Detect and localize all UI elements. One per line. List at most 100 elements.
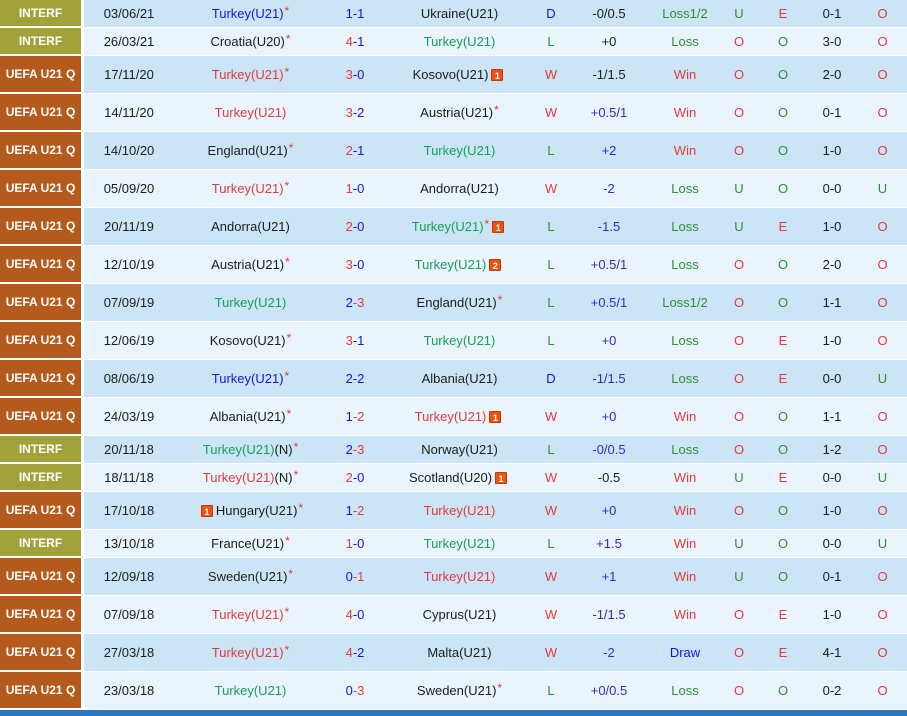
away-team[interactable]: Turkey(U21) 1 — [383, 398, 536, 436]
match-date: 08/06/19 — [84, 360, 174, 398]
match-date: 17/11/20 — [84, 56, 174, 94]
over-under-result: O — [718, 322, 760, 360]
home-advantage-star: * — [497, 292, 503, 307]
handicap-value: +0.5/1 — [566, 284, 652, 322]
result-letter: W — [536, 398, 566, 436]
home-team[interactable]: Andorra(U21) — [174, 208, 327, 246]
home-team[interactable]: Turkey(U21) * — [174, 596, 327, 634]
match-history-page: INTERF 03/06/21 Turkey(U21) * 1 -1 Ukraine(U21… — [0, 0, 907, 716]
away-goals: -1 — [352, 143, 365, 158]
away-team-name: Turkey(U21) — [414, 409, 487, 424]
home-team[interactable]: Turkey(U21) * — [174, 360, 327, 398]
away-team[interactable]: Turkey(U21) * 1 — [383, 208, 536, 246]
fulltime-score[interactable]: 1 -0 — [327, 170, 383, 208]
away-team[interactable]: Norway(U21) — [383, 436, 536, 464]
match-date: 13/10/18 — [84, 530, 174, 558]
home-team-name: Turkey(U21) — [202, 442, 275, 457]
fulltime-score[interactable]: 0 -3 — [327, 672, 383, 710]
away-goals: -3 — [352, 442, 365, 457]
away-goals: -0 — [352, 67, 365, 82]
match-row: UEFA U21 Q 07/09/18 Turkey(U21) * 4 -0 Cyprus(… — [0, 596, 907, 634]
handicap-result: Win — [652, 464, 718, 492]
home-team[interactable]: Turkey(U21) (N) * — [174, 436, 327, 464]
home-advantage-star: * — [284, 368, 290, 383]
home-team[interactable]: 1 Hungary(U21) * — [174, 492, 327, 530]
handicap-value: -1/1.5 — [566, 360, 652, 398]
home-team[interactable]: Turkey(U21) * — [174, 170, 327, 208]
match-row: UEFA U21 Q 12/06/19 Kosovo(U21) * 3 -1 Turkey(… — [0, 322, 907, 360]
match-date: 20/11/19 — [84, 208, 174, 246]
fulltime-score[interactable]: 2 -3 — [327, 284, 383, 322]
away-goals: -0 — [352, 536, 365, 551]
away-team[interactable]: Turkey(U21) — [383, 132, 536, 170]
home-team[interactable]: Croatia(U20) * — [174, 28, 327, 56]
away-team[interactable]: Albania(U21) — [383, 360, 536, 398]
home-team[interactable]: Turkey(U21) (N) * — [174, 464, 327, 492]
away-team[interactable]: Turkey(U21) — [383, 322, 536, 360]
home-team-name: Turkey(U21) — [214, 105, 287, 120]
home-team[interactable]: Kosovo(U21) * — [174, 322, 327, 360]
home-team-name: France(U21) — [211, 536, 285, 551]
home-team[interactable]: Turkey(U21) * — [174, 634, 327, 672]
fulltime-score[interactable]: 4 -2 — [327, 634, 383, 672]
away-team[interactable]: Austria(U21) * — [383, 94, 536, 132]
away-team[interactable]: Cyprus(U21) — [383, 596, 536, 634]
handicap-result: Loss1/2 — [652, 284, 718, 322]
fulltime-score[interactable]: 3 -1 — [327, 322, 383, 360]
home-team[interactable]: Turkey(U21) — [174, 284, 327, 322]
home-team-neutral-tag: (N) — [274, 470, 293, 485]
fulltime-score[interactable]: 2 -0 — [327, 208, 383, 246]
away-team[interactable]: Scotland(U20) 1 — [383, 464, 536, 492]
fulltime-score[interactable]: 2 -2 — [327, 360, 383, 398]
home-goals: 2 — [345, 470, 353, 485]
away-team-name: Cyprus(U21) — [422, 607, 497, 622]
home-team[interactable]: Turkey(U21) — [174, 672, 327, 710]
handicap-result: Win — [652, 398, 718, 436]
home-goals: 4 — [345, 34, 353, 49]
fulltime-score[interactable]: 1 -2 — [327, 398, 383, 436]
away-team[interactable]: Sweden(U21) * — [383, 672, 536, 710]
fulltime-score[interactable]: 4 -1 — [327, 28, 383, 56]
fulltime-score[interactable]: 2 -0 — [327, 464, 383, 492]
away-team[interactable]: Turkey(U21) 2 — [383, 246, 536, 284]
home-team[interactable]: Turkey(U21) — [174, 94, 327, 132]
away-team-name: Sweden(U21) — [416, 683, 497, 698]
fulltime-score[interactable]: 2 -3 — [327, 436, 383, 464]
fulltime-score[interactable]: 3 -2 — [327, 94, 383, 132]
fulltime-score[interactable]: 0 -1 — [327, 558, 383, 596]
away-team-name: Turkey(U21) — [423, 143, 496, 158]
away-team[interactable]: Turkey(U21) — [383, 530, 536, 558]
away-team[interactable]: Ukraine(U21) — [383, 0, 536, 28]
fulltime-score[interactable]: 3 -0 — [327, 56, 383, 94]
fulltime-score[interactable]: 2 -1 — [327, 132, 383, 170]
away-team[interactable]: Malta(U21) — [383, 634, 536, 672]
fulltime-score[interactable]: 1 -1 — [327, 0, 383, 28]
fulltime-score[interactable]: 1 -0 — [327, 530, 383, 558]
home-team[interactable]: Austria(U21) * — [174, 246, 327, 284]
halftime-score: 0-1 — [806, 94, 858, 132]
home-team[interactable]: Turkey(U21) * — [174, 0, 327, 28]
away-team[interactable]: Kosovo(U21) 1 — [383, 56, 536, 94]
away-team-name: England(U21) — [416, 295, 497, 310]
away-team[interactable]: Andorra(U21) — [383, 170, 536, 208]
fulltime-score[interactable]: 1 -2 — [327, 492, 383, 530]
home-team[interactable]: Albania(U21) * — [174, 398, 327, 436]
home-goals: 3 — [345, 105, 353, 120]
away-team[interactable]: Turkey(U21) — [383, 28, 536, 56]
home-team[interactable]: France(U21) * — [174, 530, 327, 558]
home-advantage-star: * — [284, 178, 290, 193]
halftime-score: 0-0 — [806, 530, 858, 558]
fulltime-score[interactable]: 3 -0 — [327, 246, 383, 284]
odd-even-result: O — [760, 132, 806, 170]
away-team[interactable]: Turkey(U21) — [383, 492, 536, 530]
home-team[interactable]: Turkey(U21) * — [174, 56, 327, 94]
odd-even-result: O — [760, 28, 806, 56]
fulltime-score[interactable]: 4 -0 — [327, 596, 383, 634]
home-team[interactable]: England(U21) * — [174, 132, 327, 170]
competition-badge: UEFA U21 Q — [0, 132, 84, 170]
halftime-over-under: U — [858, 170, 907, 208]
away-team[interactable]: England(U21) * — [383, 284, 536, 322]
away-team[interactable]: Turkey(U21) — [383, 558, 536, 596]
halftime-over-under: O — [858, 94, 907, 132]
home-team[interactable]: Sweden(U21) * — [174, 558, 327, 596]
